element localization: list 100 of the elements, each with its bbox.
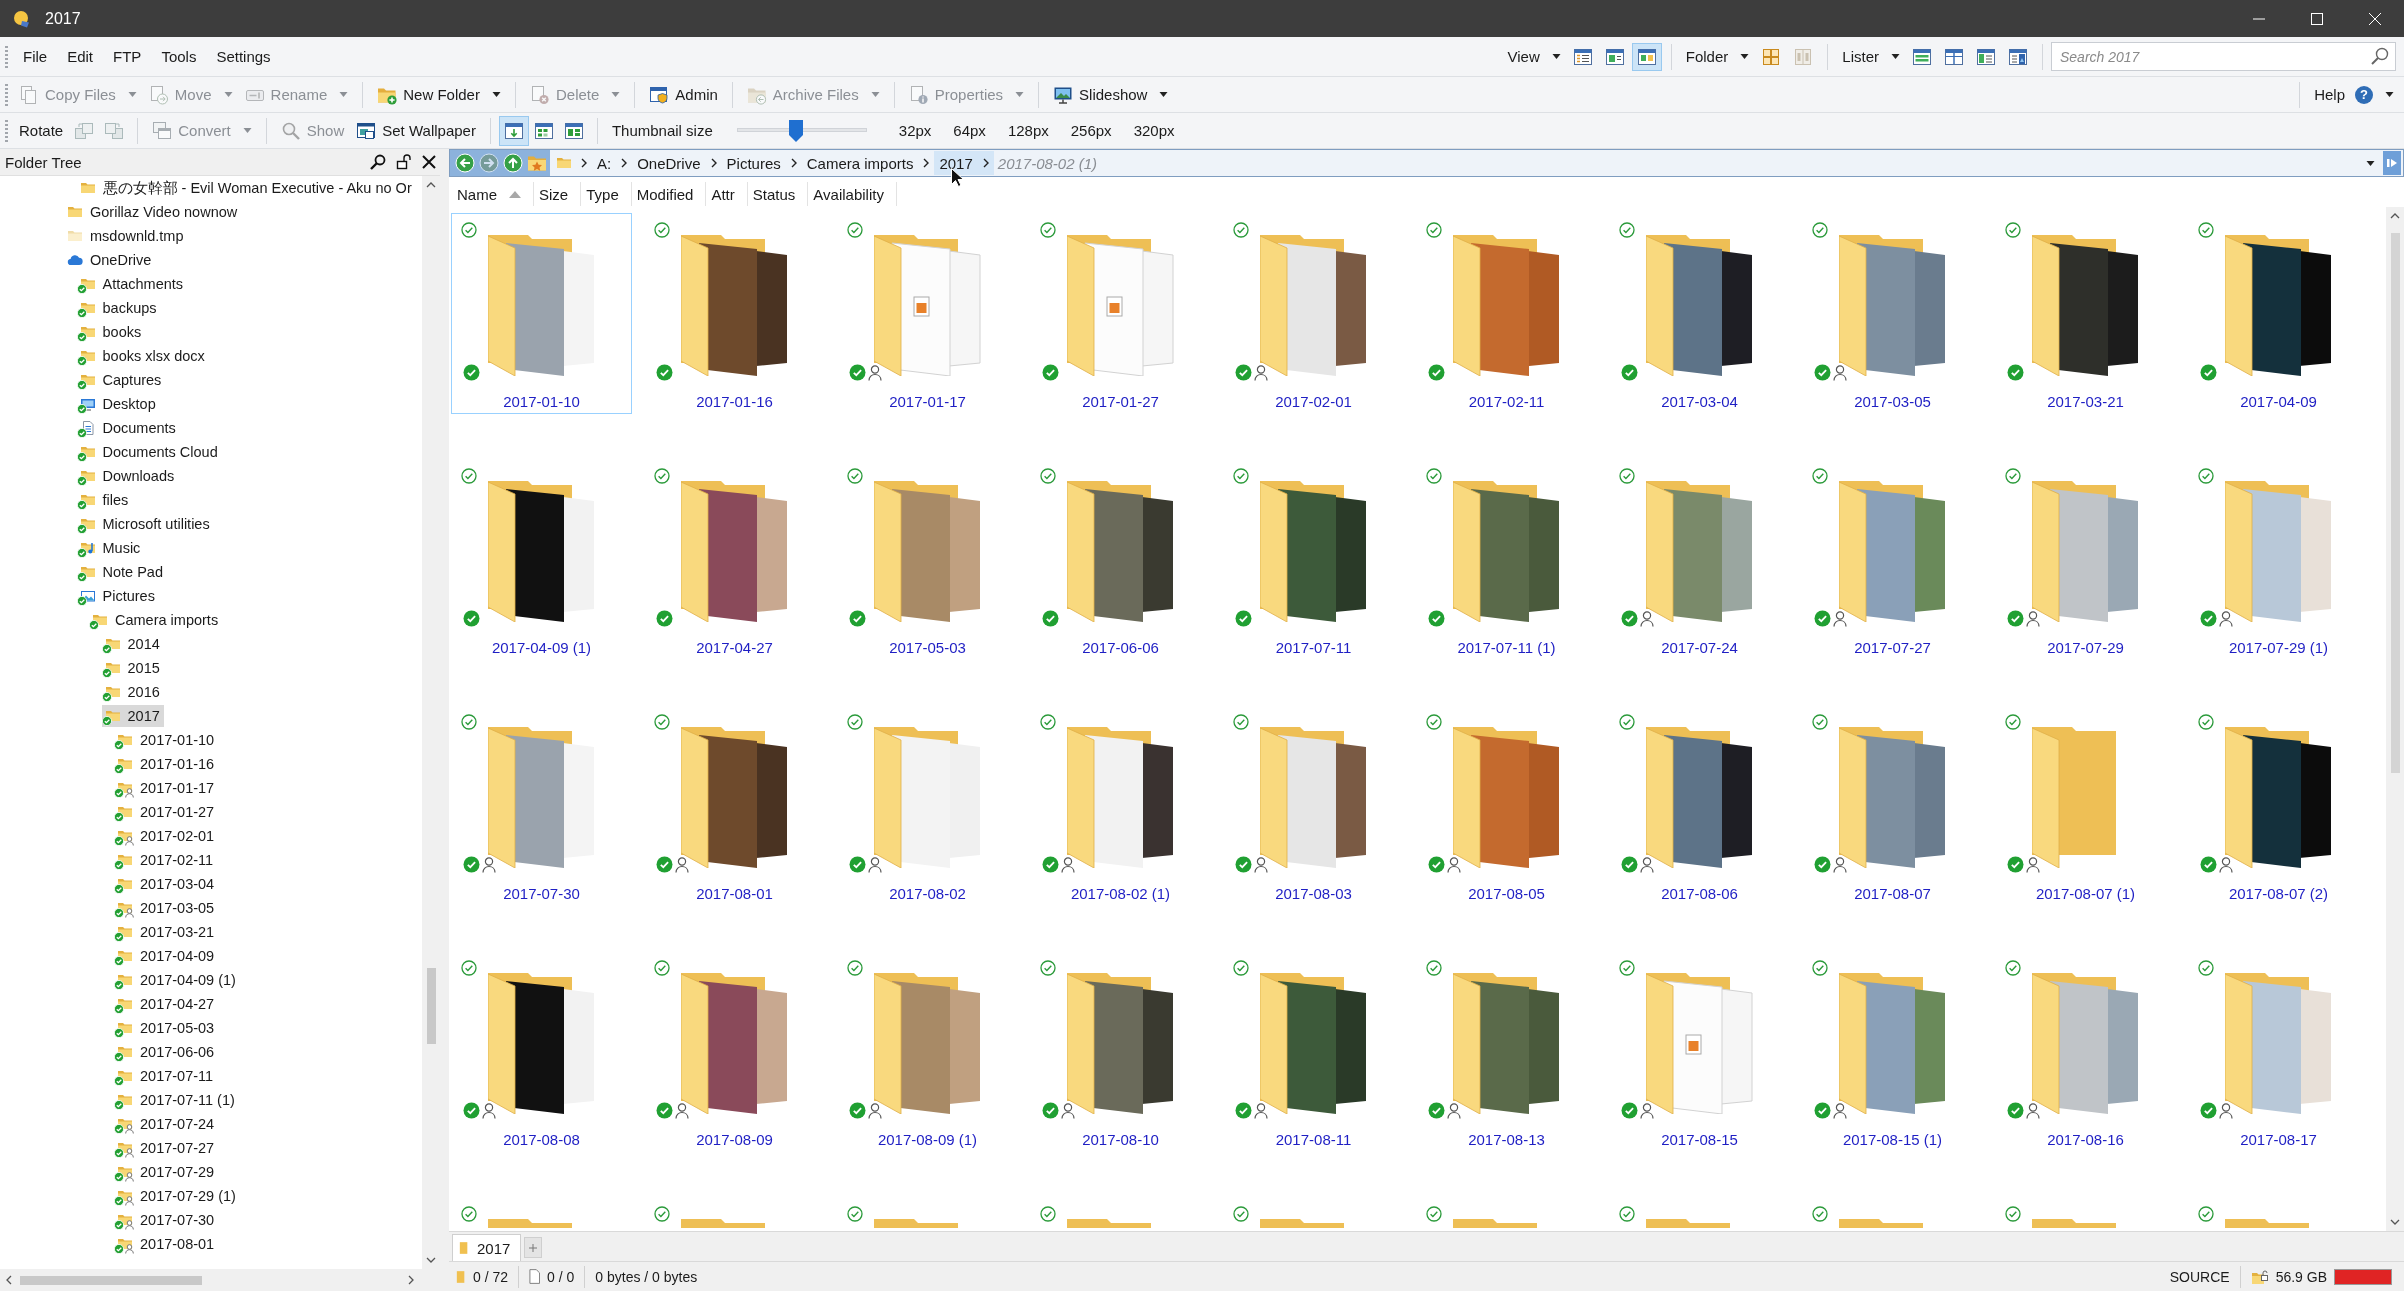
chevron-up-icon[interactable] bbox=[426, 182, 436, 188]
folder-item[interactable]: 2017-08-09 (1) bbox=[837, 951, 1018, 1152]
folder-item[interactable]: 2017-08-11 bbox=[1223, 951, 1404, 1152]
tree-item[interactable]: Documents bbox=[76, 417, 180, 439]
back-button[interactable] bbox=[454, 152, 475, 174]
folder-item[interactable]: 2017-02-01 bbox=[1223, 213, 1404, 414]
tree-item[interactable]: Camera imports bbox=[89, 609, 223, 631]
set-wallpaper-button[interactable]: Set Wallpaper bbox=[350, 115, 482, 146]
tree-item[interactable]: Microsoft utilities bbox=[76, 513, 214, 535]
folder-item[interactable]: 2017-07-29 bbox=[1995, 459, 2176, 660]
tree-item[interactable]: Gorillaz Video nownow bbox=[64, 201, 242, 223]
size-preset-button[interactable]: 320px bbox=[1125, 116, 1183, 145]
tree-item[interactable]: Documents Cloud bbox=[76, 441, 222, 463]
folder-item[interactable]: 2017-08-02 (1) bbox=[1030, 705, 1211, 906]
tree-item[interactable]: 2017-03-21 bbox=[114, 921, 219, 943]
tree-item[interactable]: 2017-03-05 bbox=[114, 897, 219, 919]
rotate-button[interactable]: Rotate bbox=[13, 115, 70, 146]
slideshow-button[interactable]: Slideshow bbox=[1047, 79, 1175, 110]
toolbar-grip[interactable] bbox=[5, 119, 8, 142]
folder-item[interactable]: 2017-08-15 bbox=[1609, 951, 1790, 1152]
folder-item[interactable]: 2017-08-16 bbox=[1995, 951, 2176, 1152]
breadcrumb[interactable]: Pictures bbox=[721, 151, 786, 175]
folder-item[interactable]: 2017-07-11 (1) bbox=[1416, 459, 1597, 660]
folder-item[interactable]: 2017-01-27 bbox=[1030, 213, 1211, 414]
tree-item[interactable]: 悪の女幹部 - Evil Woman Executive - Aku no Or bbox=[76, 177, 416, 199]
scrollbar-thumb[interactable] bbox=[2390, 233, 2400, 773]
folder-item[interactable]: 2017-03-05 bbox=[1802, 213, 1983, 414]
thumbnail-layout-button[interactable] bbox=[498, 115, 529, 146]
admin-button[interactable]: Admin bbox=[643, 79, 724, 110]
folder-item[interactable]: 2017-08-07 (1) bbox=[1995, 705, 2176, 906]
folder-item[interactable]: 2017-04-09 (1) bbox=[451, 459, 632, 660]
tree-item[interactable]: Music bbox=[76, 537, 145, 559]
folder-item[interactable]: 2017-08-03 bbox=[1223, 705, 1404, 906]
folder-item[interactable]: 2017-08-09 bbox=[644, 951, 825, 1152]
tree-item[interactable]: Note Pad bbox=[76, 561, 167, 583]
new-folder-button[interactable]: New Folder bbox=[371, 79, 507, 110]
folder-item[interactable]: 2017-01-10 bbox=[451, 213, 632, 414]
folder-item[interactable]: 2017-02-11 bbox=[1416, 213, 1597, 414]
folder-item[interactable]: 2017-08-10 bbox=[1030, 951, 1211, 1152]
tree-item[interactable]: 2017-04-09 bbox=[114, 945, 219, 967]
close-icon[interactable] bbox=[422, 155, 436, 169]
menu-item[interactable]: FTP bbox=[103, 41, 152, 72]
menu-button[interactable]: Lister bbox=[1836, 41, 1906, 72]
tree-item[interactable]: Pictures bbox=[76, 585, 159, 607]
menu-button[interactable]: View bbox=[1501, 41, 1567, 72]
size-preset-button[interactable]: 32px bbox=[890, 116, 940, 145]
search-icon[interactable] bbox=[370, 154, 386, 170]
folder-item[interactable]: 2017-08-07 bbox=[1802, 705, 1983, 906]
size-preset-button[interactable]: 64px bbox=[945, 116, 994, 145]
menu-item[interactable]: Settings bbox=[206, 41, 281, 72]
size-preset-button[interactable]: 256px bbox=[1062, 116, 1120, 145]
tree-item[interactable]: 2017-07-27 bbox=[114, 1137, 219, 1159]
folder-item[interactable]: 2017-08-02 bbox=[837, 705, 1018, 906]
scrollbar-thumb[interactable] bbox=[426, 968, 436, 1044]
folder-item[interactable]: 2017-07-30 bbox=[451, 705, 632, 906]
tree-item[interactable]: 2017-01-27 bbox=[114, 801, 219, 823]
scrollbar-thumb[interactable] bbox=[20, 1275, 202, 1285]
tree-item[interactable]: files bbox=[76, 489, 133, 511]
tree-item[interactable]: Downloads bbox=[76, 465, 179, 487]
tree-item[interactable]: books xlsx docx bbox=[76, 345, 209, 367]
chevron-down-icon[interactable] bbox=[426, 1257, 436, 1263]
folder-item[interactable]: 2017-01-16 bbox=[644, 213, 825, 414]
folder-item[interactable]: 2017-03-04 bbox=[1609, 213, 1790, 414]
tree-item[interactable]: 2017-05-03 bbox=[114, 1017, 219, 1039]
tree-item[interactable]: 2017-01-16 bbox=[114, 753, 219, 775]
breadcrumb[interactable]: OneDrive bbox=[632, 151, 706, 175]
thumbnail-size-slider[interactable] bbox=[736, 119, 867, 142]
chevron-down-icon[interactable] bbox=[2390, 1219, 2400, 1225]
menu-item[interactable]: Tools bbox=[151, 41, 207, 72]
folder-item[interactable]: 2017-04-09 bbox=[2188, 213, 2369, 414]
tree-item[interactable]: 2017-08-01 bbox=[114, 1233, 219, 1255]
tree-item[interactable]: Desktop bbox=[76, 393, 160, 415]
tree-item[interactable]: 2017-07-30 bbox=[114, 1209, 219, 1231]
tree-item[interactable]: 2015 bbox=[101, 657, 164, 679]
toolbar-grip[interactable] bbox=[5, 83, 8, 106]
folder-item[interactable]: 2017-05-03 bbox=[837, 459, 1018, 660]
tree-item[interactable]: Attachments bbox=[76, 273, 188, 295]
tree-item[interactable]: 2017 bbox=[101, 705, 164, 727]
folder-tab[interactable]: 2017 bbox=[452, 1234, 522, 1261]
folder-item[interactable]: 2017-07-11 bbox=[1223, 459, 1404, 660]
column-header[interactable]: Availability bbox=[808, 182, 897, 206]
padlock-icon[interactable] bbox=[396, 154, 412, 170]
menu-item[interactable]: File bbox=[13, 41, 58, 72]
folder-item[interactable]: 2017-08-01 bbox=[644, 705, 825, 906]
folder-item[interactable]: 2017-03-21 bbox=[1995, 213, 2176, 414]
folder-item[interactable]: 2017-08-07 (2) bbox=[2188, 705, 2369, 906]
folder-item[interactable]: 2017-08-17 bbox=[2188, 951, 2369, 1152]
tree-item[interactable]: OneDrive bbox=[64, 249, 156, 271]
menu-button[interactable]: Folder bbox=[1679, 41, 1756, 72]
tree-item[interactable]: books bbox=[76, 321, 146, 343]
new-tab-button[interactable] bbox=[524, 1237, 543, 1258]
size-preset-button[interactable]: 128px bbox=[999, 116, 1057, 145]
menu-item[interactable]: Edit bbox=[57, 41, 104, 72]
column-header[interactable]: Status bbox=[747, 182, 809, 206]
breadcrumb[interactable]: 2017 bbox=[934, 151, 978, 175]
toolbar-grip[interactable] bbox=[5, 45, 8, 68]
tree-item[interactable]: 2017-02-11 bbox=[114, 849, 218, 871]
folder-item[interactable]: 2017-08-15 (1) bbox=[1802, 951, 1983, 1152]
play-tile-icon[interactable] bbox=[2383, 151, 2401, 175]
folder-item[interactable]: 2017-08-13 bbox=[1416, 951, 1597, 1152]
